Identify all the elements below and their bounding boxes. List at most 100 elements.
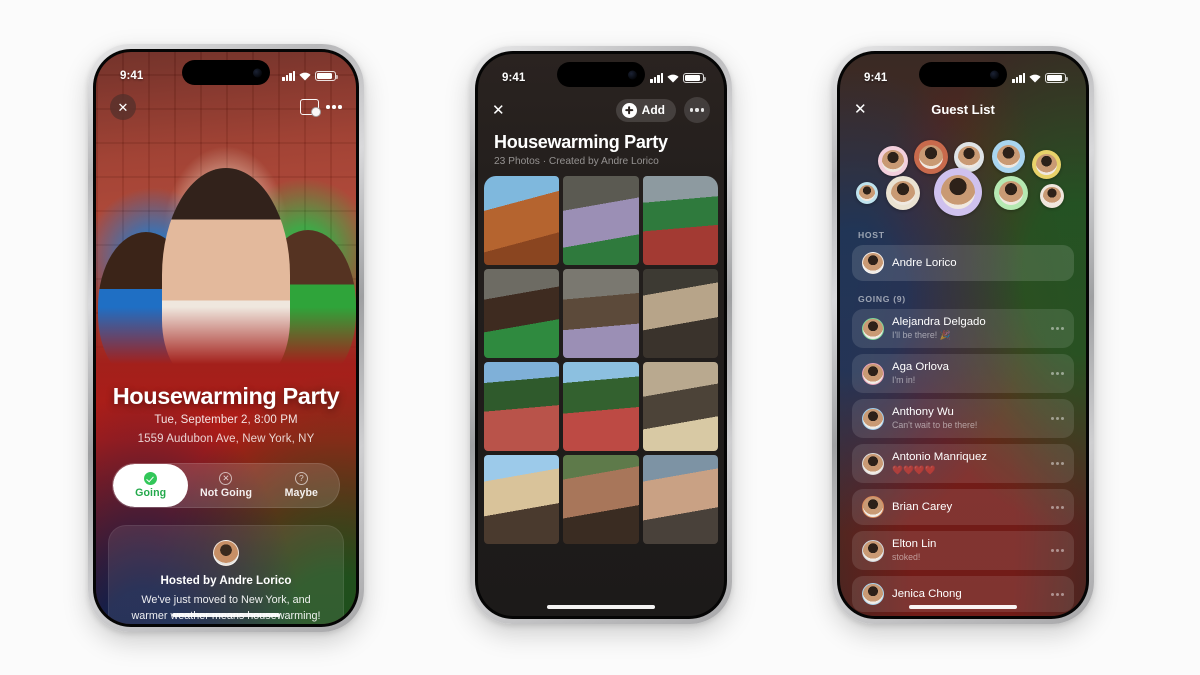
photo-thumbnail[interactable] xyxy=(563,268,639,358)
battery-icon xyxy=(1045,73,1068,83)
guest-row[interactable]: Brian Carey xyxy=(852,489,1074,525)
more-ellipsis-icon[interactable] xyxy=(1047,327,1064,330)
guest-avatar[interactable] xyxy=(992,140,1025,173)
event-screen: 9:41 ✕ Housewarming Party Tue, September… xyxy=(96,52,356,624)
avatar xyxy=(862,496,884,518)
rsvp-option-going[interactable]: Going xyxy=(113,464,189,507)
guest-row[interactable]: Antonio Manriquez ❤️❤️❤️❤️ xyxy=(852,444,1074,483)
more-ellipsis-icon[interactable] xyxy=(1047,592,1064,596)
question-circle-icon: ? xyxy=(294,472,308,485)
guest-row[interactable]: Anthony Wu Can't wait to be there! xyxy=(852,399,1074,438)
rsvp-maybe-label: Maybe xyxy=(284,487,319,499)
memoji-face xyxy=(882,150,904,172)
guest-avatar[interactable] xyxy=(886,176,920,210)
guest-avatar[interactable] xyxy=(1032,150,1061,179)
guest-name: Elton Lin xyxy=(892,538,937,550)
status-time: 9:41 xyxy=(864,72,888,84)
host-description-1: We've just moved to New York, and warmer… xyxy=(131,594,321,622)
more-ellipsis-icon[interactable] xyxy=(1047,505,1064,509)
wifi-icon xyxy=(667,74,679,83)
photo-grid[interactable] xyxy=(484,176,718,616)
host-name: Hosted by Andre Lorico xyxy=(160,574,292,587)
photo-thumbnail[interactable] xyxy=(642,268,718,358)
guest-avatar[interactable] xyxy=(878,146,908,176)
memoji-face xyxy=(918,144,944,170)
guest-avatar[interactable] xyxy=(1040,184,1064,208)
more-ellipsis-icon[interactable] xyxy=(1047,417,1064,420)
guest-avatar-cluster[interactable] xyxy=(850,140,1076,222)
guest-list-top-bar: ✕ Guest List xyxy=(840,92,1086,126)
phone-device-event: 9:41 ✕ Housewarming Party Tue, September… xyxy=(88,44,364,632)
close-icon[interactable]: ✕ xyxy=(110,94,136,120)
photo-thumbnail[interactable] xyxy=(484,176,560,265)
status-indicators xyxy=(650,73,706,83)
photo-thumbnail[interactable] xyxy=(563,361,639,451)
add-button-label: Add xyxy=(641,103,665,117)
host-row[interactable]: Andre Lorico xyxy=(852,245,1074,281)
guest-avatar[interactable] xyxy=(856,182,878,204)
phone-bezel: 9:41 ✕ Add Housewarming Party 23 Photos … xyxy=(475,51,727,619)
memoji-face xyxy=(958,146,980,168)
status-time: 9:41 xyxy=(120,70,144,82)
photo-thumbnail[interactable] xyxy=(642,454,718,544)
status-indicators xyxy=(282,71,338,81)
screenshot-canvas: 9:41 ✕ Housewarming Party Tue, September… xyxy=(0,0,1200,675)
guest-list[interactable]: HOST Andre Lorico GOING (9) Alejandra De… xyxy=(840,230,1086,616)
guest-avatar[interactable] xyxy=(914,140,948,174)
home-indicator[interactable] xyxy=(172,613,280,617)
close-icon[interactable]: ✕ xyxy=(492,103,505,118)
more-ellipsis-icon[interactable] xyxy=(1047,462,1064,465)
wifi-icon xyxy=(299,72,311,81)
dynamic-island xyxy=(557,62,645,87)
event-location: 1559 Audubon Ave, New York, NY xyxy=(137,433,315,445)
photo-thumbnail[interactable] xyxy=(563,176,639,265)
page-title: Guest List xyxy=(931,101,995,117)
more-ellipsis-icon[interactable] xyxy=(1047,372,1064,375)
avatar xyxy=(862,539,884,562)
add-button[interactable]: Add xyxy=(615,98,676,122)
guest-row[interactable]: Alejandra Delgado I'll be there! 🎉 xyxy=(852,309,1074,348)
more-ellipsis-icon[interactable] xyxy=(684,97,710,123)
photo-share-icon[interactable] xyxy=(300,99,322,117)
guest-note: I'm in! xyxy=(892,375,916,385)
rsvp-segmented-control[interactable]: Going ✕ Not Going ? Maybe xyxy=(112,463,340,508)
guest-note: Can't wait to be there! xyxy=(892,420,978,430)
signal-icon xyxy=(282,71,295,81)
home-indicator[interactable] xyxy=(547,605,655,609)
memoji-face xyxy=(890,180,916,206)
more-ellipsis-icon[interactable] xyxy=(326,105,342,109)
guest-row[interactable]: Aga Orlova I'm in! xyxy=(852,354,1074,393)
photo-thumbnail[interactable] xyxy=(484,454,560,544)
plus-circle-icon xyxy=(621,102,637,118)
guest-row-text: Jenica Chong xyxy=(892,588,1039,601)
guest-note: ❤️❤️❤️❤️ xyxy=(892,465,936,475)
guest-name: Antonio Manriquez xyxy=(892,451,987,463)
battery-icon xyxy=(683,73,706,83)
rsvp-option-not-going[interactable]: ✕ Not Going xyxy=(188,464,263,507)
photo-thumbnail[interactable] xyxy=(563,454,639,544)
event-title: Housewarming Party xyxy=(112,383,340,409)
photos-screen: 9:41 ✕ Add Housewarming Party 23 Photos … xyxy=(478,54,724,616)
more-ellipsis-icon[interactable] xyxy=(1047,549,1064,552)
event-top-bar: ✕ xyxy=(96,90,356,124)
guest-avatar[interactable] xyxy=(994,176,1028,210)
memoji-face xyxy=(859,185,875,201)
avatar xyxy=(862,407,884,430)
photo-thumbnail[interactable] xyxy=(642,361,718,451)
photo-thumbnail[interactable] xyxy=(484,268,560,358)
home-indicator[interactable] xyxy=(909,605,1017,609)
guest-avatar[interactable] xyxy=(934,168,982,216)
photo-thumbnail[interactable] xyxy=(642,176,718,265)
guest-row[interactable]: Elton Lin stoked! xyxy=(852,531,1074,570)
event-top-actions xyxy=(300,99,342,117)
host-row-name: Andre Lorico xyxy=(892,256,957,269)
guest-row-text: Anthony Wu Can't wait to be there! xyxy=(892,406,1039,431)
dynamic-island xyxy=(919,62,1007,87)
guest-note: I'll be there! 🎉 xyxy=(892,330,951,340)
guest-note: stoked! xyxy=(892,552,921,562)
rsvp-option-maybe[interactable]: ? Maybe xyxy=(264,464,339,507)
photo-thumbnail[interactable] xyxy=(484,361,560,451)
guest-row-text: Brian Carey xyxy=(892,501,1039,514)
close-icon[interactable]: ✕ xyxy=(854,102,867,117)
